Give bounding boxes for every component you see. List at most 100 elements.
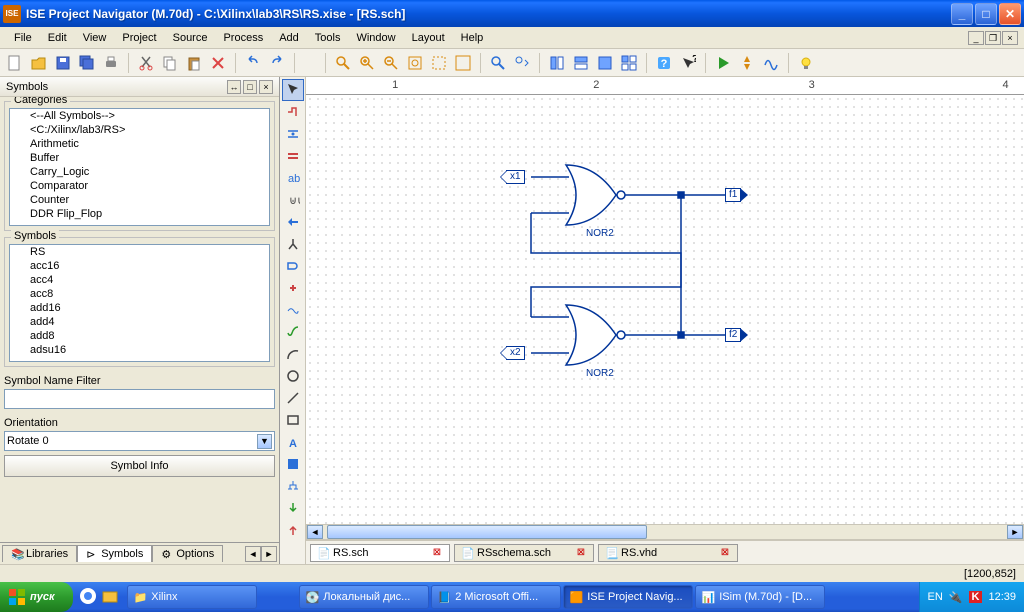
rect-tool[interactable] — [282, 409, 304, 431]
branch-tool[interactable] — [282, 233, 304, 255]
mdi-restore[interactable]: ❐ — [985, 31, 1001, 45]
close-tab-button[interactable]: ⊠ — [575, 547, 587, 559]
categories-listbox[interactable]: <--All Symbols--> <C:/Xilinx/lab3/RS> Ar… — [9, 108, 270, 226]
simulate-icon[interactable] — [760, 52, 782, 74]
list-item[interactable]: Buffer — [10, 151, 269, 165]
new-icon[interactable] — [4, 52, 26, 74]
cut-icon[interactable] — [135, 52, 157, 74]
minimize-button[interactable]: _ — [951, 3, 973, 25]
menu-project[interactable]: Project — [114, 30, 164, 46]
tray-icon[interactable]: 🔌 — [949, 591, 963, 604]
language-indicator[interactable]: EN — [928, 591, 943, 603]
explorer-icon[interactable] — [101, 587, 121, 607]
zoom-out-icon[interactable] — [380, 52, 402, 74]
doc-tab-rs-vhd[interactable]: 📃RS.vhd ⊠ — [598, 544, 738, 562]
undo-icon[interactable] — [242, 52, 264, 74]
print-icon[interactable] — [100, 52, 122, 74]
zoom-fit-icon[interactable] — [404, 52, 426, 74]
menu-edit[interactable]: Edit — [40, 30, 75, 46]
wire-tool[interactable] — [282, 101, 304, 123]
tab-next-button[interactable]: ► — [261, 546, 277, 562]
list-item[interactable]: RS — [10, 245, 269, 259]
list-item[interactable]: add8 — [10, 329, 269, 343]
panel-close-button[interactable]: × — [259, 80, 273, 94]
gnd-tool[interactable] — [282, 299, 304, 321]
horizontal-scrollbar[interactable]: ◄ ► — [306, 524, 1024, 540]
tab-prev-button[interactable]: ◄ — [245, 546, 261, 562]
font-tool[interactable]: A — [282, 431, 304, 453]
open-icon[interactable] — [28, 52, 50, 74]
list-item[interactable]: <C:/Xilinx/lab3/RS> — [10, 123, 269, 137]
list-item[interactable]: add4 — [10, 315, 269, 329]
arc-tool[interactable] — [282, 343, 304, 365]
zoom-icon[interactable] — [332, 52, 354, 74]
copy-icon[interactable] — [159, 52, 181, 74]
close-button[interactable]: ✕ — [999, 3, 1021, 25]
paste-icon[interactable] — [183, 52, 205, 74]
menu-view[interactable]: View — [75, 30, 115, 46]
mdi-close[interactable]: × — [1002, 31, 1018, 45]
window1-icon[interactable] — [546, 52, 568, 74]
scroll-left-button[interactable]: ◄ — [307, 525, 323, 539]
list-item[interactable]: Comparator — [10, 179, 269, 193]
close-tab-button[interactable]: ⊠ — [719, 547, 731, 559]
task-xilinx[interactable]: 📁Xilinx — [127, 585, 257, 609]
doc-tab-rsschema[interactable]: 📄RSschema.sch ⊠ — [454, 544, 594, 562]
list-item[interactable]: add16 — [10, 301, 269, 315]
scroll-right-button[interactable]: ► — [1007, 525, 1023, 539]
zoom-full-icon[interactable] — [452, 52, 474, 74]
push-tool[interactable] — [282, 497, 304, 519]
scroll-thumb[interactable] — [327, 525, 647, 539]
pop-tool[interactable] — [282, 519, 304, 541]
start-button[interactable]: пуск — [0, 582, 73, 612]
zoom-in-icon[interactable] — [356, 52, 378, 74]
menu-layout[interactable]: Layout — [404, 30, 453, 46]
window2-icon[interactable] — [570, 52, 592, 74]
filter-input[interactable] — [4, 389, 275, 409]
task-disk[interactable]: 💽Локальный дис... — [299, 585, 429, 609]
save-icon[interactable] — [52, 52, 74, 74]
save-all-icon[interactable] — [76, 52, 98, 74]
bus-tool[interactable] — [282, 145, 304, 167]
menu-file[interactable]: File — [6, 30, 40, 46]
maximize-button[interactable]: □ — [975, 3, 997, 25]
list-item[interactable]: DDR Flip_Flop — [10, 207, 269, 221]
hierarchy-tool[interactable] — [282, 475, 304, 497]
circle-tool[interactable] — [282, 365, 304, 387]
list-item[interactable]: adsu16 — [10, 343, 269, 357]
run-icon[interactable] — [712, 52, 734, 74]
orientation-combo[interactable]: Rotate 0 ▼ — [4, 431, 275, 451]
tab-libraries[interactable]: 📚Libraries — [2, 545, 77, 562]
list-item[interactable]: Counter — [10, 193, 269, 207]
window4-icon[interactable] — [618, 52, 640, 74]
symbol-info-button[interactable]: Symbol Info — [4, 455, 275, 477]
redo-icon[interactable] — [266, 52, 288, 74]
find-icon[interactable] — [487, 52, 509, 74]
delete-icon[interactable] — [207, 52, 229, 74]
list-item[interactable]: acc16 — [10, 259, 269, 273]
power-tool[interactable] — [282, 277, 304, 299]
chrome-icon[interactable] — [79, 587, 99, 607]
help-icon[interactable]: ? — [653, 52, 675, 74]
bulb-icon[interactable] — [795, 52, 817, 74]
zoom-area-icon[interactable] — [428, 52, 450, 74]
menu-tools[interactable]: Tools — [307, 30, 349, 46]
window3-icon[interactable] — [594, 52, 616, 74]
color-tool[interactable] — [282, 453, 304, 475]
doc-tab-rs-sch[interactable]: 📄RS.sch ⊠ — [310, 544, 450, 562]
menu-window[interactable]: Window — [348, 30, 403, 46]
io-tool[interactable] — [282, 211, 304, 233]
menu-source[interactable]: Source — [165, 30, 216, 46]
list-item[interactable]: acc8 — [10, 287, 269, 301]
kaspersky-icon[interactable]: K — [969, 591, 983, 603]
help-arrow-icon[interactable]: ? — [677, 52, 699, 74]
list-item[interactable]: Carry_Logic — [10, 165, 269, 179]
symbol-tool[interactable] — [282, 255, 304, 277]
text-tool[interactable]: abc — [282, 167, 304, 189]
menu-add[interactable]: Add — [271, 30, 307, 46]
symbols-listbox[interactable]: RS acc16 acc4 acc8 add16 add4 add8 adsu1… — [9, 244, 270, 362]
panel-pin-button[interactable]: □ — [243, 80, 257, 94]
tab-symbols[interactable]: ⊳Symbols — [77, 545, 152, 562]
mdi-minimize[interactable]: _ — [968, 31, 984, 45]
list-item[interactable]: <--All Symbols--> — [10, 109, 269, 123]
